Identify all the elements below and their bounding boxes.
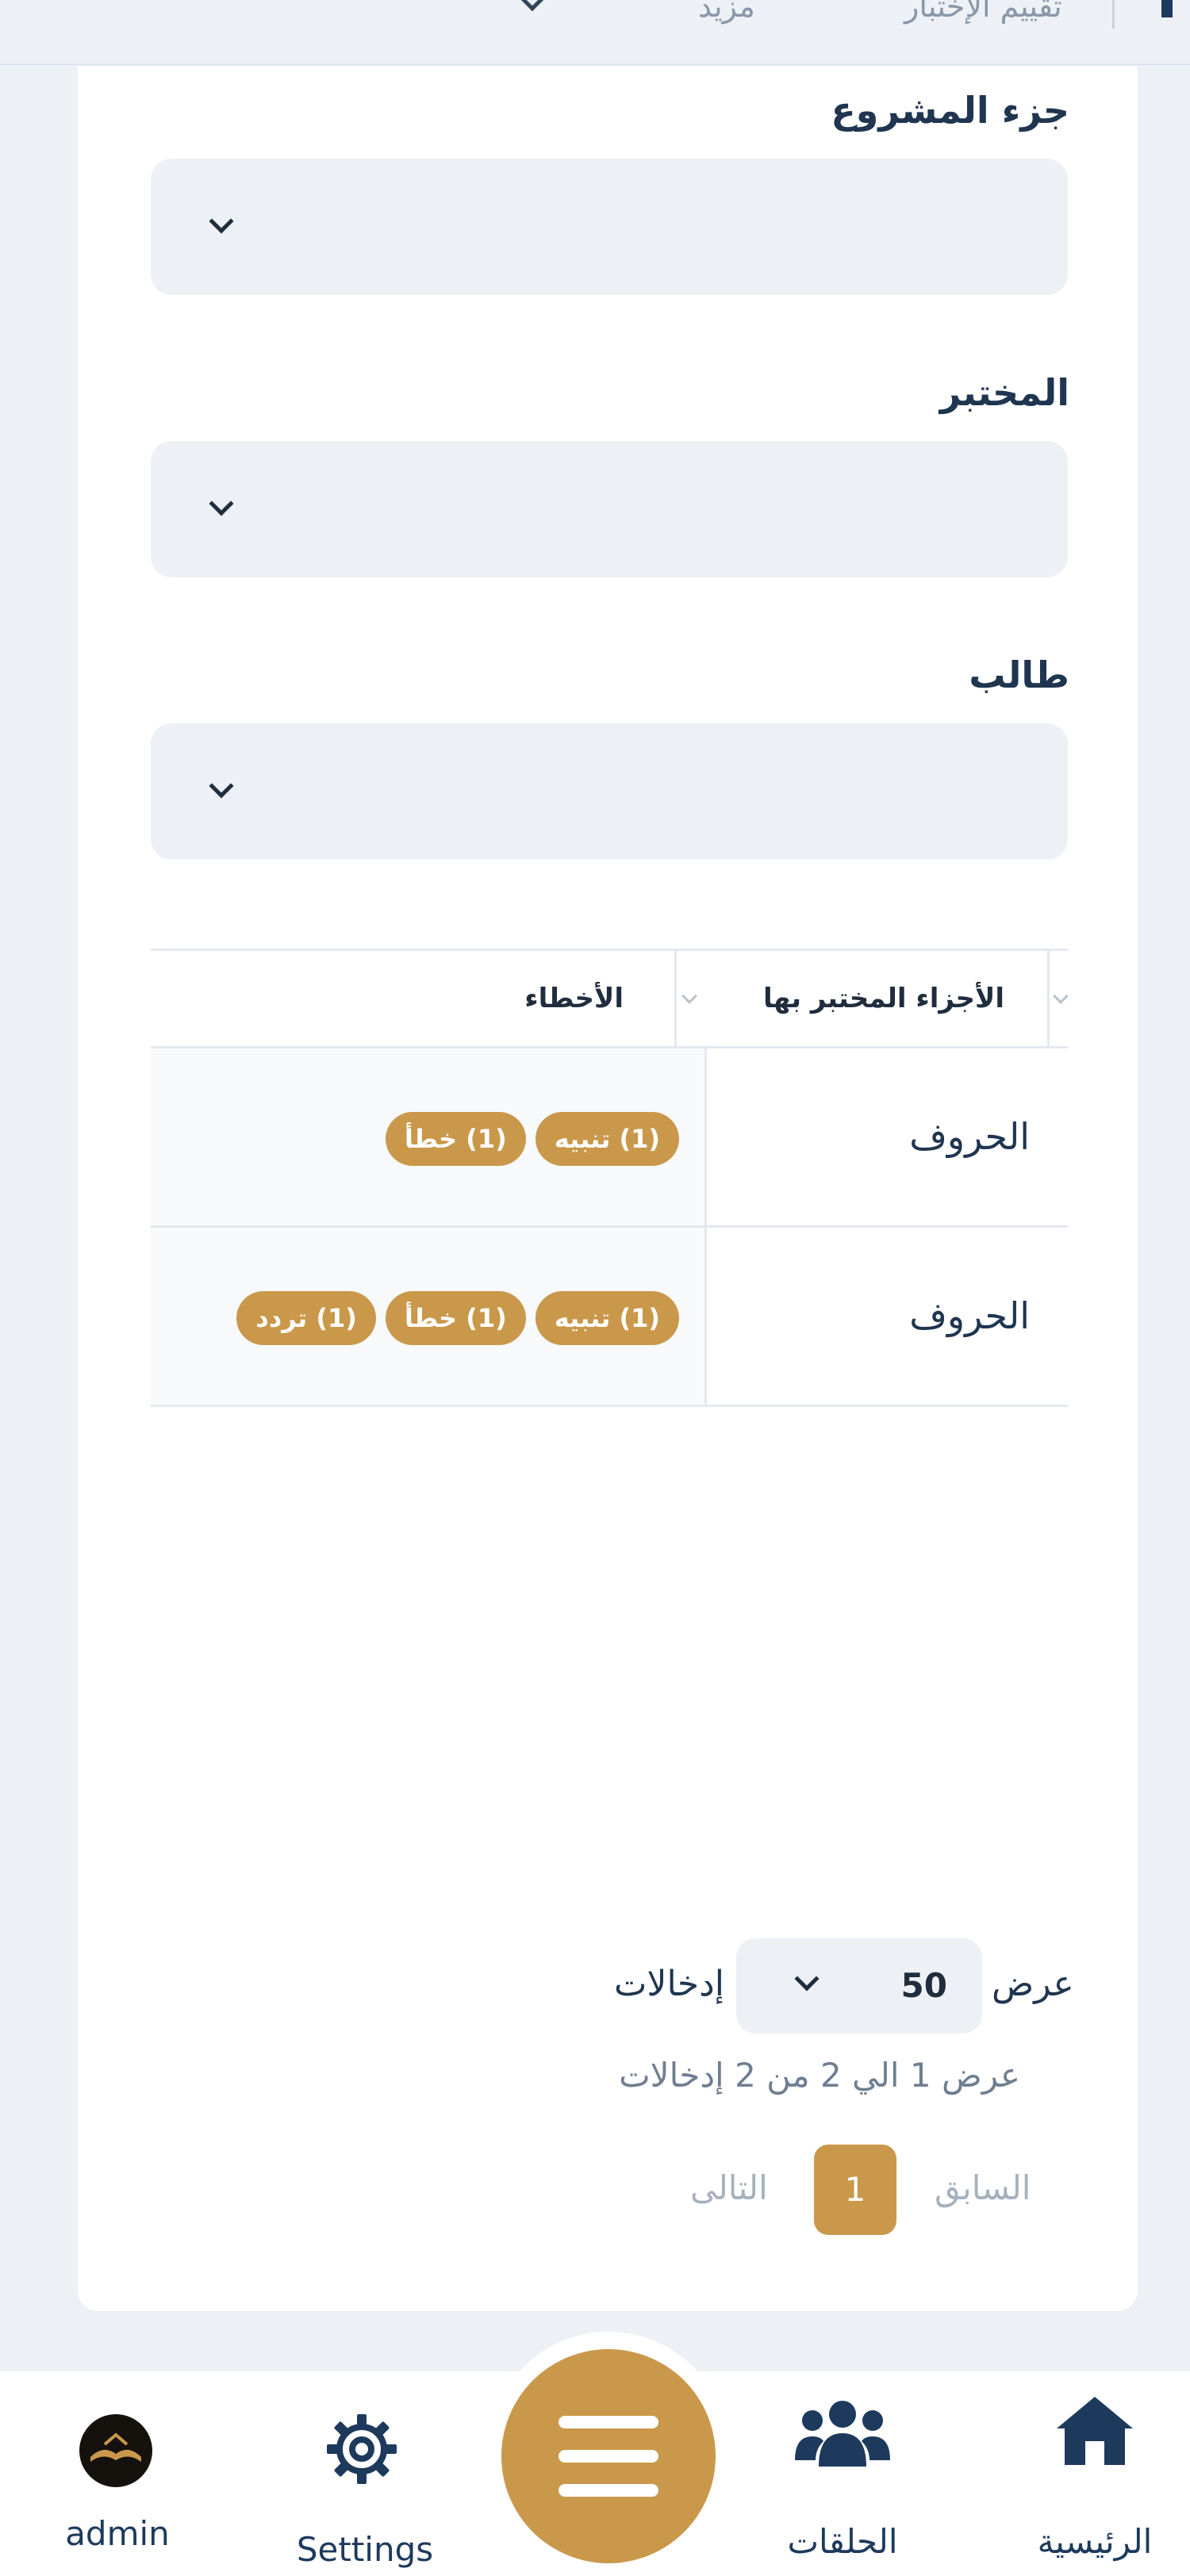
table-info: عرض 1 الي 2 من 2 إدخالات <box>619 2056 1020 2095</box>
student-select[interactable] <box>151 723 1068 860</box>
header-tab-evaluation[interactable]: تقييم الإختبار <box>904 0 1062 24</box>
badge-error: (1) خطأ <box>385 1112 526 1166</box>
grid-icon[interactable] <box>1161 0 1173 17</box>
nav-label-settings: Settings <box>296 2530 434 2569</box>
table-row: الحروف (1) تنبيه (1) خطأ <box>151 1048 1068 1228</box>
nav-item-circles[interactable]: الحلقات <box>755 2379 930 2570</box>
header-tab-more[interactable]: مزيد <box>698 0 755 24</box>
page-length-value: 50 <box>900 1966 947 2005</box>
avatar <box>79 2414 152 2487</box>
header-divider <box>1112 0 1115 29</box>
column-header-errors[interactable]: الأخطاء <box>524 951 624 1046</box>
project-part-select[interactable] <box>151 159 1068 295</box>
users-icon <box>795 2401 890 2467</box>
menu-icon <box>559 2416 658 2428</box>
chevron-down-icon <box>209 773 234 799</box>
part-cell: الحروف <box>909 1115 1030 1158</box>
pagination-next[interactable]: التالى <box>690 2168 768 2207</box>
cell-divider <box>704 1048 707 1225</box>
sort-icon[interactable] <box>1053 988 1068 1004</box>
badge-warning: (1) تنبيه <box>535 1112 679 1166</box>
tester-label: المختبر <box>939 371 1069 414</box>
chevron-down-icon <box>794 1966 820 1991</box>
header-divider <box>1047 951 1050 1046</box>
page-length-select[interactable]: 50 <box>736 1938 982 2034</box>
badge-warning: (1) تنبيه <box>535 1291 679 1345</box>
part-cell: الحروف <box>909 1294 1030 1337</box>
nav-label-admin: admin <box>65 2514 170 2553</box>
pagination-previous[interactable]: السابق <box>935 2168 1031 2207</box>
badge-hesitation: (1) تردد <box>236 1291 376 1345</box>
results-table: الأجزاء المختبر بها الأخطاء الحروف (1) ت… <box>151 949 1068 1407</box>
error-badges: (1) تنبيه (1) خطأ <box>385 1112 679 1166</box>
header-divider <box>674 951 677 1046</box>
menu-icon <box>559 2450 658 2463</box>
tester-select[interactable] <box>151 441 1068 577</box>
cell-divider <box>704 1228 707 1405</box>
column-header-parts[interactable]: الأجزاء المختبر بها <box>763 951 1004 1046</box>
nav-label-circles: الحلقات <box>787 2522 898 2561</box>
table-header: الأجزاء المختبر بها الأخطاء <box>151 949 1068 1048</box>
length-show-label: عرض <box>992 1964 1074 2004</box>
sort-icon[interactable] <box>681 988 697 1004</box>
top-header: تقييم الإختبار مزيد <box>0 0 1190 65</box>
nav-label-home: الرئيسية <box>1037 2522 1153 2561</box>
nav-item-settings[interactable]: Settings <box>278 2379 452 2570</box>
nav-item-admin[interactable]: admin <box>30 2379 205 2570</box>
error-badges: (1) تنبيه (1) خطأ (1) تردد <box>236 1291 679 1345</box>
gear-icon <box>327 2414 397 2484</box>
menu-fab-button[interactable] <box>501 2349 716 2563</box>
badge-error: (1) خطأ <box>385 1291 526 1345</box>
length-entries-label: إدخالات <box>614 1964 724 2004</box>
project-part-label: جزء المشروع <box>831 89 1069 132</box>
chevron-down-icon <box>209 491 234 516</box>
menu-icon <box>559 2484 658 2497</box>
nav-item-home[interactable]: الرئيسية <box>1008 2379 1182 2570</box>
home-icon <box>1057 2397 1133 2465</box>
chevron-down-icon[interactable] <box>515 0 550 12</box>
table-row: الحروف (1) تنبيه (1) خطأ (1) تردد <box>151 1228 1068 1407</box>
pagination-page-1[interactable]: 1 <box>814 2145 896 2235</box>
chevron-down-icon <box>209 209 234 234</box>
student-label: طالب <box>969 654 1069 696</box>
